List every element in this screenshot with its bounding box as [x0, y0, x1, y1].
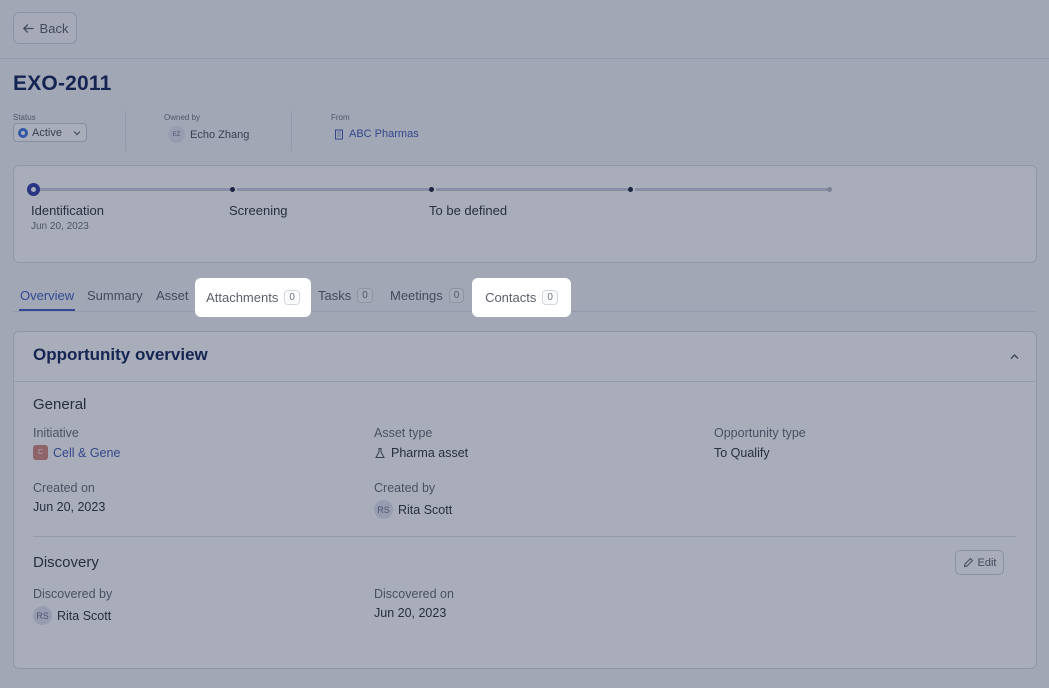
tab-asset[interactable]: Asset: [156, 287, 189, 303]
created-on-value: Jun 20, 2023: [33, 500, 106, 514]
created-by-label: Created by: [374, 481, 436, 495]
stage-date: Jun 20, 2023: [31, 221, 89, 232]
discovered-by-value[interactable]: RS Rita Scott: [33, 606, 111, 625]
opportunity-type-value: To Qualify: [714, 446, 770, 460]
initiative-value: Cell & Gene: [53, 445, 121, 460]
stage-current-marker: [27, 183, 40, 196]
initiative-link[interactable]: C Cell & Gene: [33, 445, 120, 460]
opportunity-type-label: Opportunity type: [714, 426, 806, 440]
tab-label: Overview: [20, 287, 75, 303]
back-label: Back: [39, 20, 69, 36]
status-value: Active: [32, 126, 62, 139]
tab-label: Contacts: [485, 290, 537, 305]
chevron-up-icon[interactable]: [1008, 350, 1021, 363]
divider: [291, 111, 292, 151]
created-on-label: Created on: [33, 481, 95, 495]
section-heading: Opportunity overview: [33, 345, 208, 364]
discovered-by-label: Discovered by: [33, 587, 113, 601]
stage-marker: [230, 187, 235, 192]
chevron-down-icon: [73, 130, 81, 135]
stage-marker: [827, 187, 832, 192]
owner-name: Echo Zhang: [190, 128, 250, 141]
tab-label: Tasks: [318, 287, 352, 303]
owner-label: Owned by: [164, 113, 201, 122]
avatar: RS: [374, 500, 393, 519]
stage-name: Screening: [229, 203, 288, 218]
tab-contacts[interactable]: Contacts 0: [472, 278, 571, 317]
tab-meetings[interactable]: Meetings 0: [390, 287, 465, 303]
tab-summary[interactable]: Summary: [87, 287, 143, 303]
stage-marker: [429, 187, 434, 192]
from-label: From: [331, 113, 350, 122]
stage-line: [237, 188, 429, 191]
discovered-on-label: Discovered on: [374, 587, 454, 601]
created-by-value[interactable]: RS Rita Scott: [374, 500, 452, 519]
avatar: RS: [33, 606, 52, 625]
page-title: EXO-2011: [13, 72, 112, 95]
owner-value[interactable]: EZ Echo Zhang: [168, 126, 249, 143]
stage-name: To be defined: [429, 203, 508, 218]
stage-line: [635, 188, 827, 191]
initiative-badge: C: [33, 445, 48, 460]
status-label: Status: [13, 113, 36, 122]
from-value: ABC Pharmas: [349, 128, 419, 140]
tab-label: Asset: [156, 287, 189, 303]
divider: [125, 111, 126, 151]
stage-line: [436, 188, 628, 191]
tab-attachments[interactable]: Attachments 0: [195, 278, 311, 317]
pencil-icon: [963, 557, 973, 568]
status-dot-icon: [18, 127, 28, 138]
count-badge: 0: [357, 287, 373, 303]
back-button[interactable]: Back: [13, 12, 77, 44]
discovered-on-value: Jun 20, 2023: [374, 606, 447, 620]
tab-label: Attachments: [206, 290, 279, 305]
tab-label: Meetings: [390, 287, 443, 303]
initiative-label: Initiative: [33, 426, 79, 440]
status-select[interactable]: Active: [13, 123, 87, 142]
tab-tasks[interactable]: Tasks 0: [318, 287, 373, 303]
from-link[interactable]: ABC Pharmas: [334, 128, 419, 140]
tab-overview[interactable]: Overview: [20, 287, 74, 303]
count-badge: 0: [542, 290, 558, 305]
stage-progress-card: [13, 165, 1037, 263]
general-heading: General: [33, 396, 87, 413]
stage-name: Identification: [31, 203, 104, 218]
created-by-name: Rita Scott: [398, 502, 453, 517]
divider: [0, 58, 1049, 59]
stage-line: [38, 188, 230, 191]
discovered-by-name: Rita Scott: [57, 608, 112, 623]
asset-type-label: Asset type: [374, 426, 433, 440]
count-badge: 0: [448, 287, 465, 303]
asset-type-text: Pharma asset: [391, 446, 469, 460]
arrow-left-icon: [22, 23, 34, 33]
divider: [13, 381, 1037, 382]
avatar: EZ: [168, 126, 185, 143]
edit-label: Edit: [977, 556, 997, 569]
building-icon: [335, 129, 343, 139]
count-badge: 0: [284, 290, 300, 305]
tab-label: Summary: [87, 287, 143, 303]
stage-marker: [628, 187, 633, 192]
flask-icon: [375, 448, 385, 458]
edit-button[interactable]: Edit: [955, 550, 1004, 575]
asset-type-value: Pharma asset: [374, 446, 468, 460]
discovery-heading: Discovery: [33, 554, 99, 571]
divider: [33, 536, 1016, 537]
